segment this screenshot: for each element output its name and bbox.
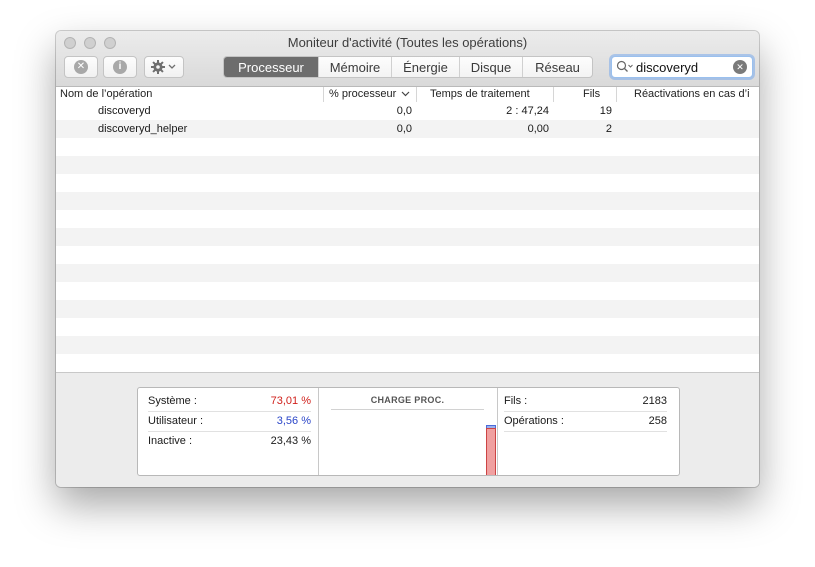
empty-row	[56, 246, 759, 264]
process-name: discoveryd	[98, 105, 151, 117]
column-header: Nom de l’opération % processeur Temps de…	[56, 87, 759, 103]
stat-threads: Fils : 2183	[504, 391, 667, 412]
cpu-load-system-bar	[486, 428, 496, 475]
cpu-load-user-bar	[486, 425, 496, 428]
empty-row	[56, 336, 759, 354]
table-row[interactable]: discoveryd_helper 0,0 0,00 2	[56, 120, 759, 138]
search-field[interactable]: ✕	[611, 56, 753, 78]
process-cpu: 0,0	[396, 105, 412, 117]
search-input[interactable]	[636, 59, 736, 75]
stat-processes: Opérations : 258	[504, 411, 667, 432]
activity-monitor-window: Moniteur d'activité (Toutes les opératio…	[56, 31, 759, 487]
titlebar: Moniteur d'activité (Toutes les opératio…	[56, 31, 759, 87]
process-time: 0,00	[527, 123, 549, 135]
tab-energie[interactable]: Énergie	[391, 57, 459, 77]
x-circle-icon: ✕	[74, 60, 88, 74]
sort-descending-icon	[401, 91, 410, 97]
empty-row	[56, 318, 759, 336]
quit-process-button[interactable]: ✕	[64, 56, 98, 78]
stat-system: Système : 73,01 %	[148, 391, 311, 412]
empty-row	[56, 210, 759, 228]
stat-idle: Inactive : 23,43 %	[148, 435, 311, 447]
search-icon	[616, 60, 633, 72]
summary-area: Système : 73,01 % Utilisateur : 3,56 % I…	[56, 372, 759, 487]
empty-row	[56, 174, 759, 192]
empty-row	[56, 300, 759, 318]
action-menu-button[interactable]	[144, 56, 184, 78]
column-header-time[interactable]: Temps de traitement	[416, 87, 553, 102]
process-table: discoveryd 0,0 2 : 47,24 19 discoveryd_h…	[56, 102, 759, 372]
empty-row	[56, 192, 759, 210]
column-header-wakeups[interactable]: Réactivations en cas d’i	[616, 87, 759, 102]
window-title: Moniteur d'activité (Toutes les opératio…	[287, 35, 528, 50]
info-icon: i	[113, 60, 127, 74]
gear-icon	[151, 60, 176, 74]
clear-search-icon[interactable]: ✕	[733, 60, 747, 74]
cpu-load-graph	[319, 410, 497, 475]
empty-row	[56, 156, 759, 174]
column-header-cpu[interactable]: % processeur	[323, 87, 416, 102]
inspect-process-button[interactable]: i	[103, 56, 137, 78]
divider	[497, 388, 498, 475]
column-header-name[interactable]: Nom de l’opération	[56, 87, 323, 102]
empty-row	[56, 138, 759, 156]
view-tabs: Processeur Mémoire Énergie Disque Réseau	[223, 56, 593, 78]
tab-memoire[interactable]: Mémoire	[318, 57, 391, 77]
cpu-summary-panel: Système : 73,01 % Utilisateur : 3,56 % I…	[137, 387, 680, 476]
tab-reseau[interactable]: Réseau	[522, 57, 592, 77]
empty-row	[56, 264, 759, 282]
stat-user: Utilisateur : 3,56 %	[148, 411, 311, 432]
empty-row	[56, 282, 759, 300]
process-threads: 2	[605, 123, 612, 135]
column-header-threads[interactable]: Fils	[553, 87, 616, 102]
process-cpu: 0,0	[396, 123, 412, 135]
process-time: 2 : 47,24	[506, 105, 549, 117]
tab-processeur[interactable]: Processeur	[224, 57, 318, 77]
process-threads: 19	[599, 105, 612, 117]
tab-disque[interactable]: Disque	[459, 57, 522, 77]
table-row[interactable]: discoveryd 0,0 2 : 47,24 19	[56, 102, 759, 120]
chart-title: CHARGE PROC.	[370, 395, 445, 405]
empty-row	[56, 228, 759, 246]
empty-row	[56, 354, 759, 372]
process-name: discoveryd_helper	[98, 123, 188, 135]
